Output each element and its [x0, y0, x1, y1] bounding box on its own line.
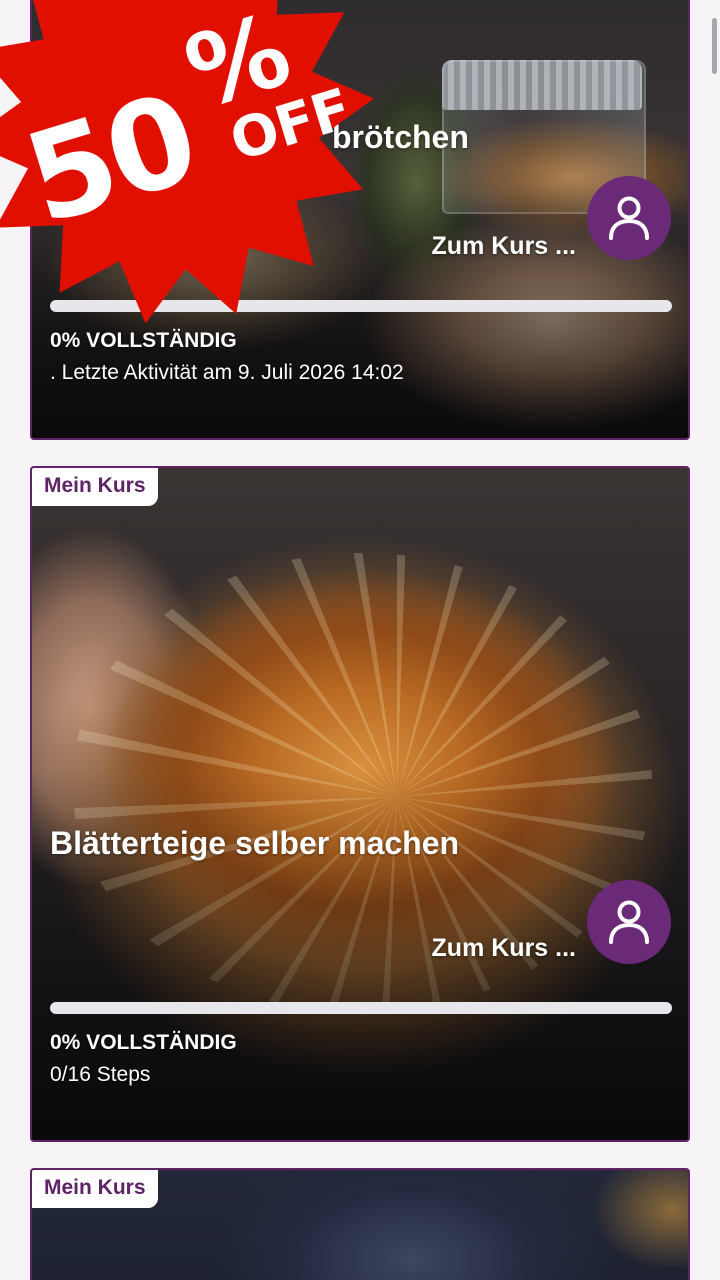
person-icon [609, 196, 649, 240]
course-steps-count: 0/16 Steps [50, 1063, 151, 1086]
course-title: Blätterteige selber machen [50, 825, 460, 861]
my-course-badge: Mein Kurs [32, 468, 158, 506]
course-card[interactable]: Mein Kurs [30, 1168, 690, 1280]
course-avatar-button[interactable] [587, 880, 671, 964]
course-progress-bar [50, 1002, 672, 1014]
scrollbar[interactable] [712, 18, 717, 74]
course-progress-label: 0% VOLLSTÄNDIG [50, 1031, 237, 1054]
discount-promo-sticker[interactable]: 50 % OFF [0, 0, 440, 340]
person-icon [609, 900, 649, 944]
course-card[interactable]: Mein Kurs Blätterteige selber machen Zum… [30, 466, 690, 1142]
my-course-badge: Mein Kurs [32, 1170, 158, 1208]
go-to-course-link[interactable]: Zum Kurs ... [432, 934, 576, 963]
go-to-course-link[interactable]: Zum Kurs ... [432, 232, 576, 261]
course-last-activity: . Letzte Aktivität am 9. Juli 2026 14:02 [50, 361, 404, 384]
course-avatar-button[interactable] [587, 176, 671, 260]
